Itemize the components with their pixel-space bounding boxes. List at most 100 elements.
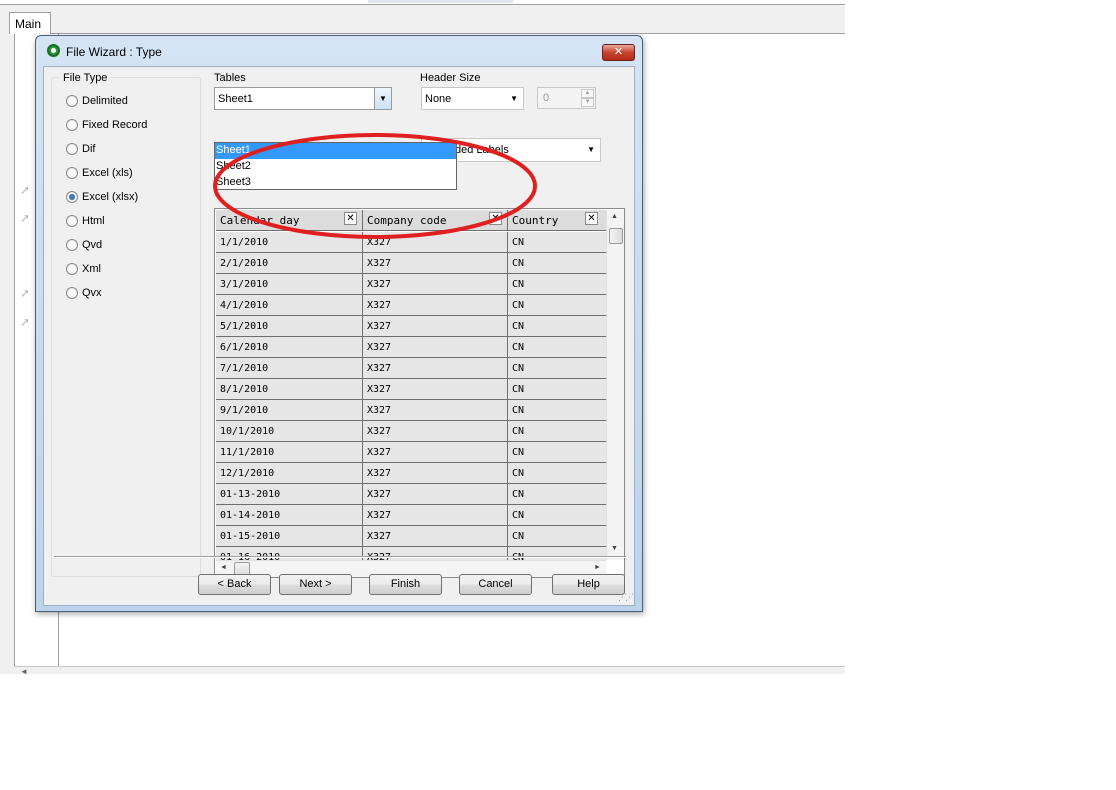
table-row: 6/1/2010 X327 CN [216, 337, 606, 358]
table-cell: 01-15-2010 [216, 526, 363, 547]
table-cell: CN [508, 274, 606, 295]
file-type-group: File Type Delimited Fixed Record Dif Excel … [51, 72, 201, 577]
table-cell: X327 [363, 379, 508, 400]
radio-button[interactable] [66, 167, 78, 179]
table-cell: X327 [363, 295, 508, 316]
scroll-down-icon[interactable]: ▼ [611, 545, 618, 552]
table-row: 12/1/2010 X327 CN [216, 463, 606, 484]
grid-vertical-scroll-thumb[interactable] [609, 228, 623, 244]
table-row: 3/1/2010 X327 CN [216, 274, 606, 295]
table-row: 01-14-2010 X327 CN [216, 505, 606, 526]
spinner-up-icon[interactable]: ▲ [581, 89, 594, 98]
header-size-combobox[interactable]: None ▼ [421, 87, 524, 110]
radio-button[interactable] [66, 191, 78, 203]
table-cell: CN [508, 253, 606, 274]
app-horizontal-scrollbar[interactable]: ◄ [14, 666, 845, 676]
table-cell: X327 [363, 547, 508, 560]
pin-icon: ➚ [20, 315, 31, 329]
file-wizard-dialog: File Wizard : Type ✕ File Type Delimited… [35, 35, 643, 612]
annotation-ellipse-shape [213, 133, 537, 239]
file-type-radio-label: Fixed Record [82, 119, 148, 131]
table-row: 01-16-2010 X327 CN [216, 547, 606, 560]
table-cell: CN [508, 526, 606, 547]
table-cell: X327 [363, 442, 508, 463]
app-top-strip-segment [368, 0, 513, 3]
table-cell: X327 [363, 400, 508, 421]
tables-label: Tables [214, 72, 246, 84]
close-button[interactable]: ✕ [602, 44, 635, 61]
table-cell: CN [508, 358, 606, 379]
dialog-titlebar[interactable]: File Wizard : Type ✕ [36, 36, 642, 66]
spinner-down-icon[interactable]: ▼ [581, 98, 594, 107]
dialog-title: File Wizard : Type [66, 45, 162, 59]
table-cell: CN [508, 547, 606, 560]
finish-button[interactable]: Finish [369, 574, 442, 595]
chevron-down-icon[interactable]: ▼ [587, 145, 595, 154]
table-cell: 4/1/2010 [216, 295, 363, 316]
radio-button[interactable] [66, 215, 78, 227]
app-top-strip [0, 0, 845, 5]
table-cell: 01-16-2010 [216, 547, 363, 560]
table-cell: CN [508, 505, 606, 526]
file-type-radio-label: Dif [82, 143, 96, 155]
grid-vertical-scrollbar[interactable]: ▲ ▼ [606, 210, 624, 560]
file-type-radio-label: Excel (xls) [82, 167, 133, 179]
file-type-radio-label: Html [82, 215, 105, 227]
table-row: 7/1/2010 X327 CN [216, 358, 606, 379]
table-cell: X327 [363, 421, 508, 442]
header-size-label: Header Size [420, 72, 481, 84]
table-cell: CN [508, 316, 606, 337]
table-cell: 9/1/2010 [216, 400, 363, 421]
table-cell: 11/1/2010 [216, 442, 363, 463]
scroll-up-icon[interactable]: ▲ [611, 213, 618, 220]
table-cell: 12/1/2010 [216, 463, 363, 484]
table-cell: CN [508, 337, 606, 358]
table-cell: X327 [363, 337, 508, 358]
table-cell: CN [508, 463, 606, 484]
radio-button[interactable] [66, 95, 78, 107]
table-cell: CN [508, 484, 606, 505]
table-row: 10/1/2010 X327 CN [216, 421, 606, 442]
tab-main[interactable]: Main [9, 12, 51, 34]
header-size-spinner[interactable]: 0 ▲ ▼ [537, 87, 596, 109]
table-cell: X327 [363, 526, 508, 547]
radio-button[interactable] [66, 239, 78, 251]
chevron-down-icon[interactable]: ▼ [510, 94, 518, 103]
table-cell: X327 [363, 274, 508, 295]
table-cell: 8/1/2010 [216, 379, 363, 400]
next-button[interactable]: Next > [279, 574, 352, 595]
table-cell: X327 [363, 463, 508, 484]
help-button[interactable]: Help [552, 574, 625, 595]
table-cell: 5/1/2010 [216, 316, 363, 337]
table-row: 01-15-2010 X327 CN [216, 526, 606, 547]
data-preview-grid[interactable]: Calendar day ✕ Company code ✕ Country ✕ 1/1/20… [214, 208, 625, 578]
radio-button[interactable] [66, 143, 78, 155]
cancel-button[interactable]: Cancel [459, 574, 532, 595]
radio-button[interactable] [66, 287, 78, 299]
table-cell: X327 [363, 316, 508, 337]
header-size-spinner-value: 0 [543, 92, 550, 104]
radio-button[interactable] [66, 119, 78, 131]
scroll-left-icon[interactable]: ◄ [220, 564, 227, 571]
table-cell: CN [508, 295, 606, 316]
file-type-group-label: File Type [59, 72, 112, 84]
chevron-down-icon[interactable]: ▼ [374, 88, 391, 109]
tables-combobox[interactable]: Sheet1 ▼ [214, 87, 392, 110]
pin-icon: ➚ [20, 286, 31, 300]
table-cell: X327 [363, 253, 508, 274]
table-cell: X327 [363, 484, 508, 505]
annotation-ellipse [213, 133, 537, 239]
dialog-client-area: File Type Delimited Fixed Record Dif Excel … [43, 66, 635, 606]
table-cell: 10/1/2010 [216, 421, 363, 442]
table-row: 4/1/2010 X327 CN [216, 295, 606, 316]
scroll-right-icon[interactable]: ► [594, 564, 601, 571]
file-type-radio-label: Excel (xlsx) [82, 191, 139, 203]
radio-button[interactable] [66, 263, 78, 275]
back-button[interactable]: < Back [198, 574, 271, 595]
resize-grip-icon[interactable]: ⋰⋰ [618, 592, 634, 603]
footer-separator [54, 556, 626, 558]
remove-column-icon[interactable]: ✕ [585, 212, 598, 225]
header-size-value: None [425, 93, 452, 105]
table-cell: X327 [363, 505, 508, 526]
scroll-left-icon[interactable]: ◄ [20, 667, 28, 676]
